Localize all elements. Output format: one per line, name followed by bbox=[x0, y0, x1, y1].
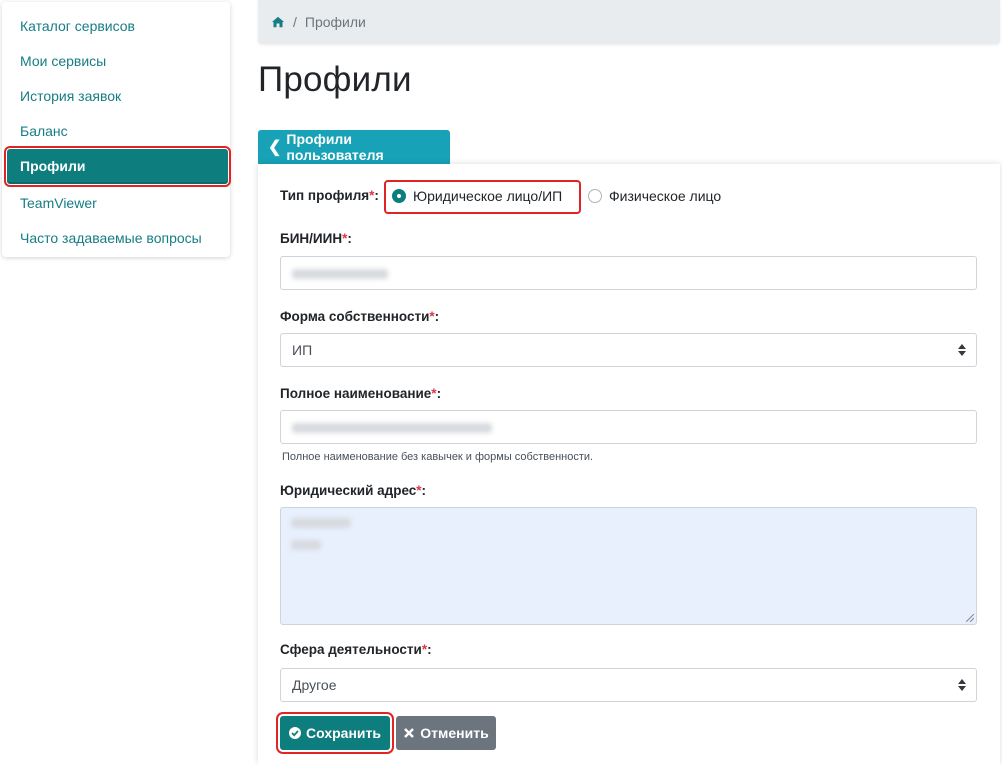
full-name-hint: Полное наименование без кавычек и формы … bbox=[282, 451, 594, 463]
full-name-input[interactable] bbox=[280, 410, 977, 444]
full-name-label: Полное наименование*: bbox=[280, 386, 442, 401]
back-to-user-profiles-button[interactable]: ❮ Профили пользователя bbox=[258, 130, 450, 164]
legal-address-label: Юридический адрес*: bbox=[280, 483, 427, 498]
page-title: Профили bbox=[258, 60, 412, 99]
sidebar-item-request-history[interactable]: История заявок bbox=[2, 79, 230, 114]
resize-handle-icon[interactable] bbox=[966, 614, 974, 622]
breadcrumb-separator: / bbox=[293, 14, 297, 30]
select-arrows-icon bbox=[958, 344, 966, 356]
sidebar-menu: Каталог сервисов Мои сервисы История зая… bbox=[2, 2, 231, 257]
sidebar-item-service-catalog[interactable]: Каталог сервисов bbox=[2, 9, 230, 44]
breadcrumb-current: Профили bbox=[304, 14, 366, 30]
sidebar-item-teamviewer[interactable]: TeamViewer bbox=[2, 186, 230, 221]
chevron-left-icon: ❮ bbox=[268, 139, 282, 156]
breadcrumb: / Профили bbox=[258, 0, 1000, 44]
radio-legal-entity-label: Юридическое лицо/ИП bbox=[413, 188, 563, 204]
save-button[interactable]: Сохранить bbox=[276, 712, 394, 754]
bin-label: БИН/ИИН*: bbox=[280, 231, 352, 246]
radio-legal-entity[interactable]: Юридическое лицо/ИП bbox=[392, 188, 562, 204]
profile-type-label: Тип профиля*: bbox=[280, 188, 379, 203]
ownership-label: Форма собственности*: bbox=[280, 309, 440, 324]
select-arrows-icon bbox=[958, 679, 966, 691]
radio-unchecked-icon bbox=[588, 189, 602, 203]
sidebar-item-balance[interactable]: Баланс bbox=[2, 114, 230, 149]
save-button-label: Сохранить bbox=[306, 725, 381, 741]
activity-label: Сфера деятельности*: bbox=[280, 642, 432, 657]
cancel-button[interactable]: Отменить bbox=[396, 716, 496, 750]
check-circle-icon bbox=[289, 727, 302, 739]
sidebar-item-my-services[interactable]: Мои сервисы bbox=[2, 44, 230, 79]
radio-individual[interactable]: Физическое лицо bbox=[588, 188, 721, 204]
cancel-button-label: Отменить bbox=[420, 725, 489, 741]
radio-checked-icon bbox=[392, 189, 406, 203]
bin-input[interactable] bbox=[280, 256, 977, 290]
legal-address-textarea[interactable] bbox=[280, 507, 977, 625]
activity-select-value: Другое bbox=[292, 677, 337, 693]
sidebar-item-faq[interactable]: Часто задаваемые вопросы bbox=[2, 221, 230, 256]
radio-individual-label: Физическое лицо bbox=[609, 188, 722, 204]
activity-select[interactable]: Другое bbox=[280, 668, 977, 702]
sidebar-item-profiles[interactable]: Профили bbox=[4, 146, 231, 187]
times-icon bbox=[404, 728, 415, 738]
home-icon[interactable] bbox=[272, 16, 284, 28]
ownership-select[interactable]: ИП bbox=[280, 333, 977, 367]
ownership-select-value: ИП bbox=[292, 342, 313, 358]
back-button-label: Профили пользователя bbox=[286, 131, 384, 163]
